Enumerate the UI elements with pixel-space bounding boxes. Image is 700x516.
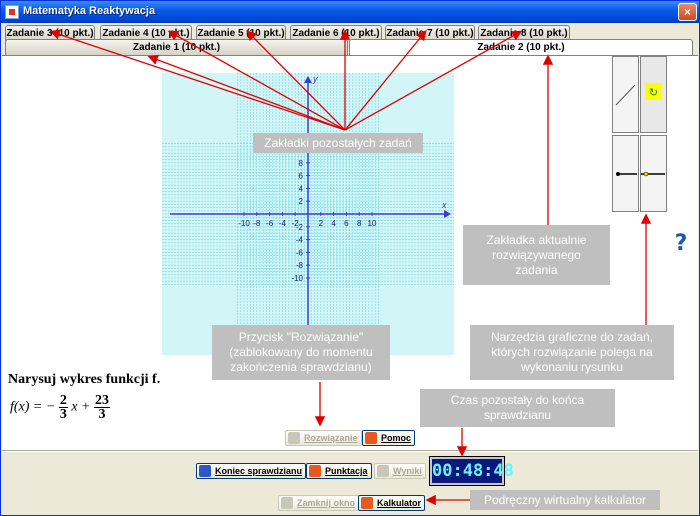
solution-button[interactable]: Rozwiązanie	[285, 430, 362, 446]
tab-zadanie-1[interactable]: Zadanie 1 (10 pkt.)	[5, 39, 348, 55]
fraction-2-3: 23	[58, 393, 68, 422]
x-tick-label: 8	[357, 219, 362, 228]
callout-other-tabs: Zakładki pozostałych zadań	[253, 133, 423, 153]
line-icon	[615, 84, 636, 106]
y-tick-label: 2	[299, 197, 304, 206]
tab-zadanie-2[interactable]: Zadanie 2 (10 pkt.)	[349, 39, 693, 55]
x-axis-label: x	[441, 200, 447, 210]
y-tick-label: -10	[291, 274, 303, 283]
countdown-timer: 00:48:48	[429, 456, 514, 486]
ray-icon	[641, 171, 665, 177]
callout-current-tab: Zakładka aktualnie rozwiązywanego zadania	[463, 225, 610, 285]
divider	[2, 450, 698, 452]
window-title: Matematyka Reaktywacja	[23, 5, 156, 17]
app-icon	[5, 5, 19, 19]
callout-tools: Narzędzia graficzne do zadań, których roz…	[470, 325, 674, 380]
x-tick-label: 10	[368, 219, 377, 228]
line-tool-button[interactable]	[612, 56, 639, 133]
solution-icon	[288, 432, 300, 444]
points-button[interactable]: Punktacja	[306, 463, 372, 479]
y-tick-label: 8	[299, 159, 304, 168]
results-button[interactable]: Wyniki	[374, 463, 426, 479]
y-axis-label: y	[312, 74, 318, 84]
y-tick-label: -6	[296, 248, 304, 257]
task-instruction: Narysuj wykres funkcji f.	[8, 372, 161, 387]
stop-icon	[199, 465, 211, 477]
callout-solution-button: Przycisk "Rozwiązanie" (zablokowany do mo…	[212, 325, 390, 380]
drawing-tools: ↻	[612, 56, 668, 214]
close-window-button[interactable]: Zamknij okno	[278, 495, 360, 511]
ray-tool-button[interactable]	[640, 135, 667, 212]
refresh-tool-button[interactable]: ↻	[640, 56, 667, 133]
x-tick-label: -6	[266, 219, 274, 228]
fraction-23-3: 23 3	[94, 393, 110, 422]
help-button[interactable]: Pomoc	[362, 430, 416, 446]
segment-icon	[616, 172, 637, 176]
segment-tool-button[interactable]	[612, 135, 639, 212]
callout-calculator: Podręczny wirtualny kalkulator	[470, 490, 660, 510]
results-icon	[377, 465, 389, 477]
task-formula: f(x) = − 23 x + 23 3	[10, 393, 110, 422]
y-tick-label: 4	[299, 184, 304, 193]
formula-lhs: f(x) = −	[10, 399, 56, 415]
y-tick-label: -2	[296, 223, 304, 232]
title-bar[interactable]: Matematyka Reaktywacja ×	[1, 1, 699, 23]
formula-mid: x +	[71, 399, 91, 415]
question-icon	[365, 432, 377, 444]
close-button[interactable]: ×	[678, 3, 697, 21]
calculator-button[interactable]: Kalkulator	[358, 495, 426, 511]
x-axis-arrow	[444, 210, 451, 218]
y-tick-label: -4	[296, 236, 304, 245]
close-window-icon	[281, 497, 293, 509]
x-tick-label: 6	[344, 219, 349, 228]
coordinate-grid[interactable]: xy-10-8-6-4-2246810108642-2-4-6-8-10	[162, 73, 454, 355]
end-test-button[interactable]: Koniec sprawdzianu	[196, 463, 307, 479]
score-icon	[309, 465, 321, 477]
y-tick-label: -8	[296, 261, 304, 270]
y-tick-label: 6	[299, 172, 304, 181]
x-tick-label: -10	[238, 219, 250, 228]
x-tick-label: -8	[253, 219, 261, 228]
y-axis-arrow	[304, 76, 312, 83]
graph-canvas[interactable]: xy-10-8-6-4-2246810108642-2-4-6-8-10	[162, 73, 454, 355]
x-tick-label: 4	[331, 219, 336, 228]
callout-time-left: Czas pozostały do końca sprawdzianu	[420, 389, 615, 427]
x-tick-label: -4	[279, 219, 287, 228]
svg-text:↻: ↻	[649, 86, 658, 99]
x-tick-label: 2	[319, 219, 324, 228]
calculator-icon	[361, 497, 373, 509]
help-icon[interactable]: ?	[668, 232, 694, 256]
refresh-icon: ↻	[645, 83, 662, 100]
